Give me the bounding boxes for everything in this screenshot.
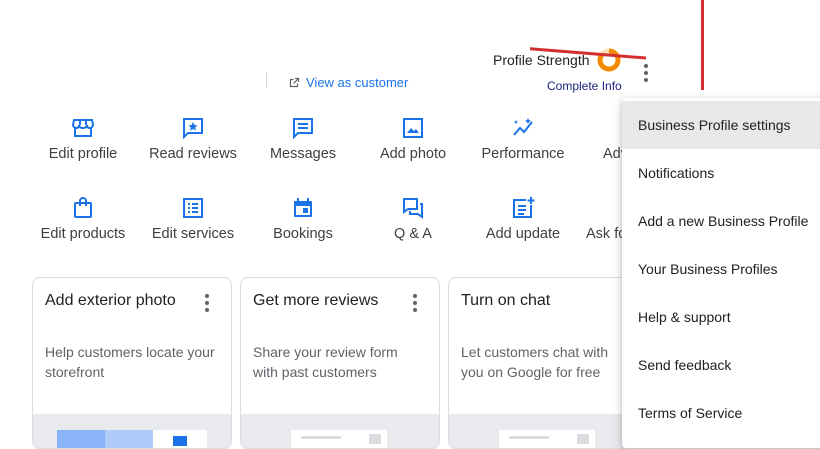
action-qa[interactable]: Q & A: [358, 196, 468, 242]
action-label: Edit profile: [48, 146, 118, 162]
card-title: Add exterior photo: [45, 292, 176, 309]
list-icon: [183, 198, 203, 218]
action-performance[interactable]: Performance: [468, 116, 578, 162]
view-as-customer-link[interactable]: View as customer: [288, 75, 408, 90]
menu-item-add-business-profile[interactable]: Add a new Business Profile: [622, 197, 820, 245]
card-illustration: [449, 414, 629, 448]
suggestion-card[interactable]: Get more reviews Share your review form …: [240, 277, 440, 449]
menu-item-notifications[interactable]: Notifications: [622, 149, 820, 197]
action-label: Messages: [269, 146, 337, 162]
card-description: Help customers locate your storefront: [45, 344, 215, 380]
action-label: Add photo: [379, 146, 447, 162]
photo-icon: [403, 118, 423, 138]
action-add-update[interactable]: Add update: [468, 196, 578, 242]
menu-item-your-business-profiles[interactable]: Your Business Profiles: [622, 245, 820, 293]
card-description: Share your review form with past custome…: [253, 344, 398, 380]
shopping-bag-icon: [74, 197, 92, 218]
card-illustration: [241, 414, 439, 448]
card-illustration: [33, 414, 231, 448]
card-title: Turn on chat: [461, 292, 551, 309]
suggestion-card[interactable]: Turn on chat Let customers chat with you…: [448, 277, 630, 449]
performance-icon: [513, 118, 533, 136]
action-label: Adv: [603, 146, 628, 162]
action-add-photo[interactable]: Add photo: [358, 116, 468, 162]
action-edit-products[interactable]: Edit products: [28, 196, 138, 242]
card-description: Let customers chat with you on Google fo…: [461, 344, 609, 380]
action-ask-for-reviews[interactable]: Ask fo: [578, 196, 628, 242]
action-label: Edit products: [40, 226, 126, 242]
action-label: Edit services: [151, 226, 235, 242]
action-edit-profile[interactable]: Edit profile: [28, 116, 138, 162]
annotation-arrow-line: [530, 47, 647, 60]
menu-item-help-support[interactable]: Help & support: [622, 293, 820, 341]
action-read-reviews[interactable]: Read reviews: [138, 116, 248, 162]
action-label: Bookings: [273, 226, 333, 242]
more-options-icon[interactable]: [203, 294, 211, 312]
action-label: Ask fo: [586, 226, 627, 242]
view-as-customer-label: View as customer: [306, 75, 409, 90]
action-label: Read reviews: [149, 146, 237, 162]
more-options-icon[interactable]: [411, 294, 419, 312]
post-add-icon: [513, 197, 535, 218]
action-label: Performance: [481, 146, 565, 162]
complete-info-link[interactable]: Complete Info: [547, 79, 622, 93]
action-advertise[interactable]: Adv: [578, 116, 628, 162]
annotation-vertical-line: [701, 0, 704, 90]
suggestion-card[interactable]: Add exterior photo Help customers locate…: [32, 277, 232, 449]
more-options-menu: Business Profile settings Notifications …: [622, 98, 820, 448]
action-edit-services[interactable]: Edit services: [138, 196, 248, 242]
qa-icon: [403, 198, 423, 219]
menu-item-business-profile-settings[interactable]: Business Profile settings: [622, 101, 820, 149]
star-review-icon: [183, 118, 203, 140]
open-in-new-icon: [289, 77, 300, 87]
action-messages[interactable]: Messages: [248, 116, 358, 162]
calendar-icon: [294, 198, 312, 217]
action-label: Add update: [485, 226, 561, 242]
card-title: Get more reviews: [253, 292, 379, 309]
action-bookings[interactable]: Bookings: [248, 196, 358, 242]
menu-item-terms-of-service[interactable]: Terms of Service: [622, 389, 820, 437]
menu-item-send-feedback[interactable]: Send feedback: [622, 341, 820, 389]
message-icon: [293, 118, 313, 140]
header-divider: [266, 72, 267, 88]
storefront-icon: [71, 119, 95, 137]
action-label: Q & A: [394, 226, 432, 242]
